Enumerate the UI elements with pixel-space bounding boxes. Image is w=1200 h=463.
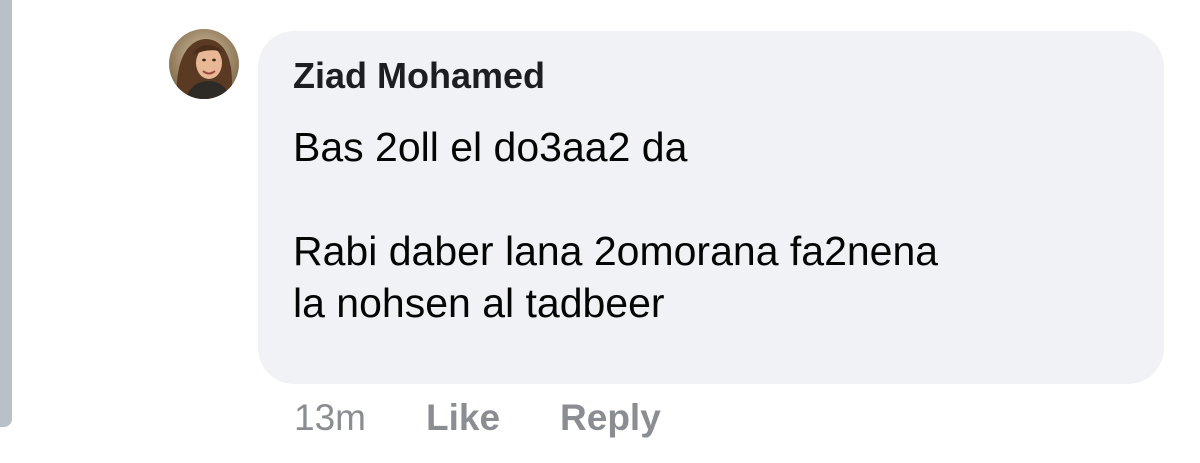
comment-author[interactable]: Ziad Mohamed — [293, 55, 545, 97]
avatar[interactable] — [169, 29, 239, 99]
comment-timestamp[interactable]: 13m — [294, 397, 366, 439]
profile-photo-icon — [169, 29, 239, 99]
comment-text-line: Bas 2oll el do3aa2 da — [293, 124, 688, 170]
comment-text-line: Rabi daber lana 2omorana fa2nena — [293, 228, 939, 274]
comment-text-line: la nohsen al tadbeer — [293, 280, 665, 326]
comment-bubble: Ziad Mohamed Bas 2oll el do3aa2 da Rabi … — [258, 31, 1164, 384]
comment-text: Bas 2oll el do3aa2 da Rabi daber lana 2o… — [293, 121, 1143, 329]
comment-actions: 13m Like Reply — [294, 396, 661, 440]
like-button[interactable]: Like — [426, 397, 500, 439]
reply-button[interactable]: Reply — [560, 397, 661, 439]
comment-text-line — [293, 173, 1143, 225]
thread-connector-line — [0, 0, 12, 427]
